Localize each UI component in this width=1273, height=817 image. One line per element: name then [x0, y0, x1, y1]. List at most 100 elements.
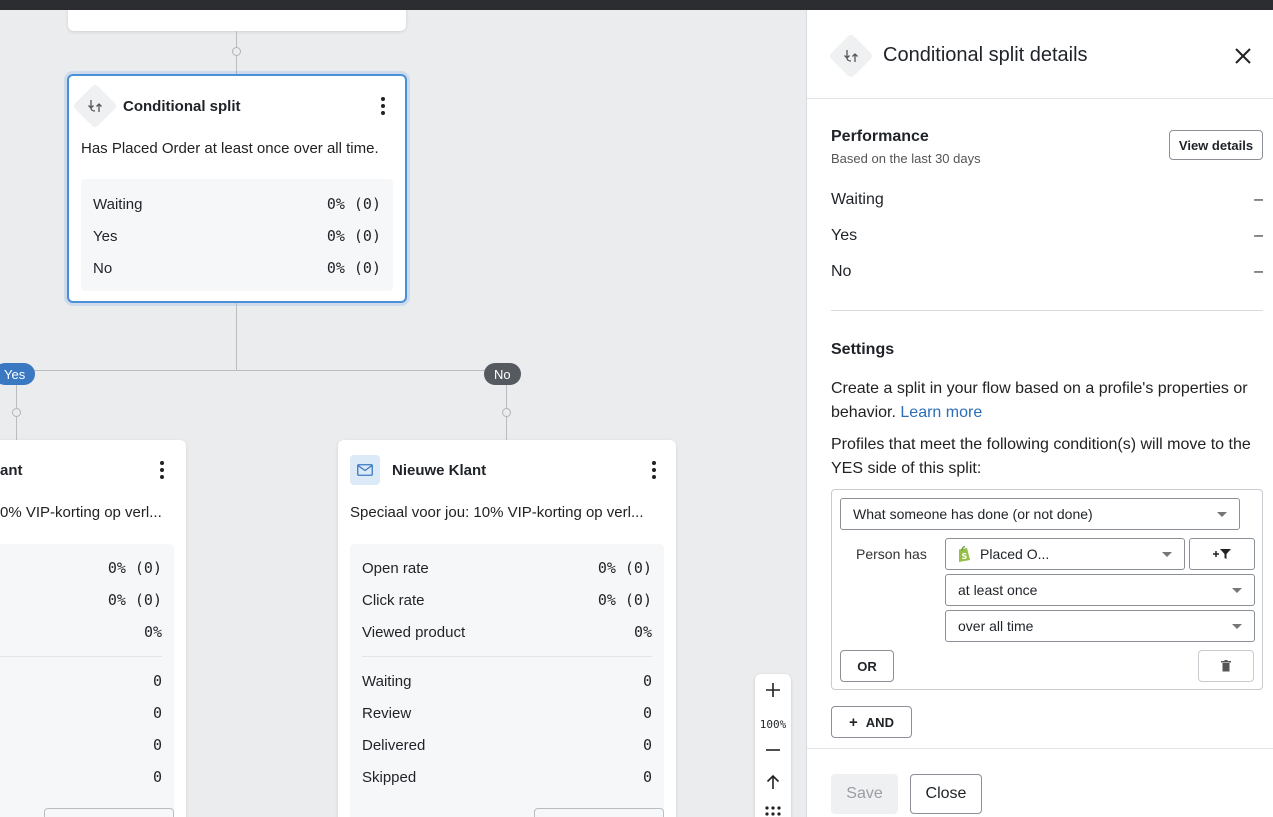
performance-value: – [1254, 227, 1263, 244]
stat-row-waiting: Waiting 0% (0) [93, 188, 381, 220]
timeframe-value: over all time [958, 618, 1034, 634]
settings-intro-text: Create a split in your flow based on a p… [831, 380, 1248, 421]
flow-canvas[interactable]: ♞ Conditional split Has Placed Order at … [0, 10, 806, 817]
email-icon [350, 455, 380, 485]
stat-value: 0 [642, 704, 652, 722]
email-stats: Open rate 0% (0) Click rate 0% (0) Viewed … [350, 544, 664, 817]
stat-value: 0 [642, 736, 652, 754]
zoom-controls: 100% [755, 674, 791, 817]
zoom-in-icon[interactable] [755, 676, 791, 704]
stat-row-waiting: Waiting 0 [362, 665, 652, 697]
performance-subtitle: Based on the last 30 days [831, 151, 981, 166]
panel-footer: Save Close [807, 748, 1273, 817]
stat-label: Open rate [362, 559, 429, 577]
stat-row-yes: Yes 0% (0) [93, 220, 381, 252]
add-filter-icon [1213, 549, 1231, 559]
performance-heading: Performance [831, 128, 929, 145]
panel-header: Conditional split details [807, 10, 1273, 99]
stat-value: 0 [152, 736, 162, 754]
performance-value: – [1254, 263, 1263, 280]
delete-condition-button[interactable] [1198, 650, 1254, 682]
stat-row-click-rate: Click rate 0% (0) [362, 584, 652, 616]
section-divider [831, 310, 1263, 311]
plus-icon: + [849, 713, 858, 731]
timeframe-select[interactable]: over all time [945, 610, 1255, 642]
panel-title: Conditional split details [883, 44, 1088, 66]
split-icon [828, 33, 874, 79]
close-icon[interactable] [1231, 44, 1255, 68]
trash-icon [1221, 660, 1231, 672]
stat-label: Viewed product [362, 623, 466, 641]
zoom-level: 100% [759, 718, 787, 731]
add-filter-button[interactable] [1189, 538, 1255, 570]
stat-label: Waiting [93, 195, 143, 213]
stat-row-no: No 0% (0) [93, 252, 381, 284]
learn-more-link[interactable]: Learn more [900, 404, 982, 421]
split-icon [72, 83, 118, 129]
more-options-icon[interactable] [152, 458, 172, 482]
stat-value: 0 [642, 672, 652, 690]
view-details-button[interactable]: View details [1169, 130, 1263, 160]
connector-dot [232, 47, 241, 56]
card-footer-button[interactable] [534, 808, 664, 817]
stat-label: Review [362, 704, 412, 722]
more-options-icon[interactable] [644, 458, 664, 482]
chevron-down-icon [1232, 588, 1242, 593]
condition-group: What someone has done (or not done) Pers… [831, 489, 1263, 690]
settings-heading: Settings [831, 341, 895, 358]
stat-label: Skipped [362, 768, 417, 786]
scroll-to-top-icon[interactable] [755, 768, 791, 796]
card-footer-button[interactable] [44, 808, 174, 817]
stat-row: 0 [0, 761, 162, 793]
split-stats: Waiting 0% (0) Yes 0% (0) No 0% (0) [81, 179, 393, 291]
stat-value: 0 [152, 704, 162, 722]
more-options-icon[interactable] [373, 94, 393, 118]
performance-row-yes: Yes – [831, 224, 1263, 248]
stat-value: 0% (0) [107, 591, 162, 609]
card-title: Nieuwe Klant [392, 461, 487, 479]
connector-dot [12, 408, 21, 417]
branch-line [16, 370, 507, 371]
metric-select[interactable]: S Placed O... [945, 538, 1185, 570]
stat-row-viewed-product: Viewed product 0% [362, 616, 652, 648]
card-title: ant [0, 461, 23, 479]
stat-label: Waiting [362, 672, 412, 690]
stat-row: 0% (0) [0, 552, 162, 584]
person-has-label: Person has [856, 546, 927, 562]
email-card-nieuwe-klant[interactable]: Nieuwe Klant Speciaal voor jou: 10% VIP-… [338, 440, 676, 817]
close-button[interactable]: Close [910, 774, 982, 814]
performance-label: No [831, 263, 852, 280]
stat-value: 0 [152, 672, 162, 690]
top-bar [0, 0, 1273, 10]
zoom-out-icon[interactable] [755, 736, 791, 764]
stat-row: 0% (0) [0, 584, 162, 616]
email-card-left[interactable]: ant 0% VIP-korting op verl... 0% (0) 0% … [0, 440, 186, 817]
stat-value: 0% (0) [597, 591, 652, 609]
frequency-select[interactable]: at least once [945, 574, 1255, 606]
stat-row: 0 [0, 665, 162, 697]
card-description: Speciaal voor jou: 10% VIP-korting op ve… [350, 504, 644, 521]
previous-step-card[interactable]: ♞ [68, 10, 406, 31]
card-description: Has Placed Order at least once over all … [81, 140, 379, 157]
branch-no-pill: No [484, 363, 521, 385]
condition-type-select[interactable]: What someone has done (or not done) [840, 498, 1240, 530]
stat-value: 0% (0) [326, 259, 381, 277]
conditional-split-card[interactable]: Conditional split Has Placed Order at le… [67, 74, 407, 303]
stat-value: 0% (0) [107, 559, 162, 577]
stat-row: 0% [0, 616, 162, 648]
save-button[interactable]: Save [831, 774, 898, 814]
stat-row-open-rate: Open rate 0% (0) [362, 552, 652, 584]
email-stats: 0% (0) 0% (0) 0% 0 0 0 0 [0, 544, 174, 817]
stat-label: Delivered [362, 736, 426, 754]
stats-divider [0, 656, 162, 657]
stat-value: 0 [152, 768, 162, 786]
grid-icon[interactable] [755, 800, 791, 817]
connector-dot [502, 408, 511, 417]
or-button[interactable]: OR [840, 650, 894, 682]
chevron-down-icon [1217, 512, 1227, 517]
and-button[interactable]: + AND [831, 706, 912, 738]
stat-row-skipped: Skipped 0 [362, 761, 652, 793]
stat-value: 0% (0) [597, 559, 652, 577]
card-description: 0% VIP-korting op verl... [0, 504, 162, 521]
stat-label: No [93, 259, 113, 277]
